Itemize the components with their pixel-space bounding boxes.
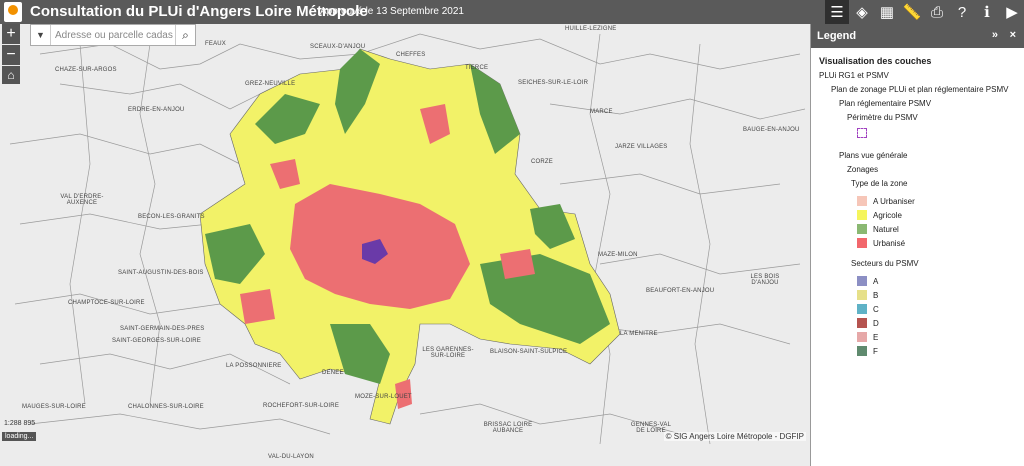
legend-layer: Périmètre du PSMV: [847, 113, 918, 122]
place-label: BEAUFORT-EN-ANJOU: [646, 288, 715, 294]
map-view[interactable]: + − ⌂ ▼ ⌕ HUILLE-LEZIGNE CHAZE-SUR-ARGOS…: [0, 24, 810, 466]
place-label: CORZE: [531, 159, 553, 165]
legend-subgroup: Plan réglementaire PSMV: [839, 99, 932, 108]
legend-layer: Zonages: [847, 165, 879, 174]
legend-swatch: [857, 304, 867, 314]
home-button[interactable]: ⌂: [2, 66, 20, 84]
legend-swatch: [857, 238, 867, 248]
toolbar: ☰ ◈ ▦ 📏 ⎙ ? ℹ ▶: [824, 0, 1024, 24]
place-label: MAZE-MILON: [598, 252, 638, 258]
legend-item-label: Urbanisé: [873, 239, 906, 248]
help-tool-icon[interactable]: ?: [950, 0, 974, 24]
legend-title: Legend: [817, 30, 857, 42]
place-label: JARZE VILLAGES: [615, 144, 668, 150]
place-label: CHAMPTOCE-SUR-LOIRE: [68, 300, 145, 306]
place-label: TIERCE: [465, 65, 489, 71]
legend-swatch: [857, 346, 867, 356]
play-tool-icon[interactable]: ▶: [1000, 0, 1024, 24]
place-label: DENEE: [322, 370, 344, 376]
place-label: MAUGES-SUR-LOIRE: [22, 404, 86, 410]
place-label: SEICHES-SUR-LE-LOIR: [518, 80, 589, 86]
legend-field: Secteurs du PSMV: [851, 259, 919, 268]
legend-item-label: D: [873, 319, 879, 328]
place-label: CHEFFES: [396, 52, 426, 58]
legend-header: Legend » ×: [811, 24, 1024, 48]
legend-item-label: Naturel: [873, 225, 899, 234]
collapse-icon[interactable]: »: [992, 29, 998, 41]
legend-item-label: Agricole: [873, 211, 902, 220]
map-attribution: © SIG Angers Loire Métropole - DGFIP: [663, 432, 806, 441]
legend-swatch: [857, 332, 867, 342]
zoom-out-button[interactable]: −: [2, 45, 20, 65]
legend-subgroup: Plan de zonage PLUi et plan réglementair…: [831, 85, 1009, 94]
place-label: CHALONNES-SUR-LOIRE: [128, 404, 204, 410]
place-label: BLAISON-SAINT-SULPICE: [490, 349, 568, 355]
legend-item-label: A: [873, 277, 879, 286]
legend-panel: Legend » × Visualisation des couches PLU…: [810, 24, 1024, 466]
legend-swatch: [857, 196, 867, 206]
place-label: SCEAUX-D'ANJOU: [310, 44, 366, 50]
place-label: MOZE-SUR-LOUET: [355, 394, 412, 400]
legend-item-label: C: [873, 305, 879, 314]
search-source-dropdown[interactable]: ▼: [31, 25, 51, 45]
basemap-tool-icon[interactable]: ▦: [875, 0, 899, 24]
legend-swatch: [857, 210, 867, 220]
loading-indicator: loading...: [2, 432, 37, 441]
perimetre-swatch: [857, 128, 867, 138]
legend-swatch: [857, 276, 867, 286]
place-label: SAINT-GEORGES-SUR-LOIRE: [112, 338, 201, 344]
measure-tool-icon[interactable]: 📏: [900, 0, 924, 24]
place-label: FEAUX: [205, 41, 227, 47]
search-icon[interactable]: ⌕: [175, 25, 195, 45]
legend-swatch: [857, 290, 867, 300]
place-label: SAINT-AUGUSTIN-DES-BOIS: [118, 270, 204, 276]
place-label: HUILLE-LEZIGNE: [565, 26, 617, 32]
place-label: LES BOIS D'ANJOU: [750, 274, 780, 286]
legend-item-label: A Urbaniser: [873, 197, 915, 206]
zoom-in-button[interactable]: +: [2, 24, 20, 44]
place-label: VAL D'ERDRE-AUXENCE: [60, 194, 104, 206]
search-input[interactable]: [55, 27, 173, 43]
legend-tool-icon[interactable]: ☰: [825, 0, 849, 24]
search-box: ▼ ⌕: [30, 24, 196, 46]
legend-item-label: B: [873, 291, 879, 300]
legend-heading: Visualisation des couches: [819, 56, 932, 66]
place-label: LES GARENNES-SUR-LOIRE: [422, 347, 474, 359]
app-logo: [4, 2, 22, 22]
layers-tool-icon[interactable]: ◈: [850, 0, 874, 24]
app-header: Consultation du PLUi d'Angers Loire Métr…: [0, 0, 1024, 24]
legend-group: PLUi RG1 et PSMV: [819, 71, 889, 80]
place-label: BRISSAC LOIRE AUBANCE: [483, 422, 533, 434]
place-label: VAL-DU-LAYON: [268, 454, 314, 460]
legend-group: Plans vue générale: [839, 151, 908, 160]
place-label: CHAZE-SUR-ARGOS: [55, 67, 117, 73]
zone-urbanise-sw: [240, 289, 275, 324]
zone-urbanise-e1: [500, 249, 535, 279]
place-label: ERDRE-EN-ANJOU: [128, 107, 185, 113]
place-label: MARCE: [590, 109, 613, 115]
legend-swatch: [857, 318, 867, 328]
place-label: LA MENITRE: [620, 331, 658, 337]
place-label: SAINT-GERMAIN-DES-PRES: [120, 326, 205, 332]
place-label: BAUGE-EN-ANJOU: [743, 127, 800, 133]
app-subtitle: Approuvé le 13 Septembre 2021: [320, 6, 464, 17]
close-icon[interactable]: ×: [1010, 29, 1016, 41]
zoom-controls: + −: [2, 24, 20, 66]
place-label: GREZ-NEUVILLE: [245, 81, 296, 87]
app-title: Consultation du PLUi d'Angers Loire Métr…: [30, 3, 368, 20]
legend-swatch: [857, 224, 867, 234]
place-label: ROCHEFORT-SUR-LOIRE: [263, 403, 340, 409]
print-tool-icon[interactable]: ⎙: [925, 0, 949, 24]
scale-readout: 1:288 895: [4, 420, 36, 427]
legend-item-label: E: [873, 333, 879, 342]
place-label: LA POSSONNIERE: [226, 363, 282, 369]
place-label: BECON-LES-GRANITS: [138, 214, 205, 220]
legend-field: Type de la zone: [851, 179, 908, 188]
legend-item-label: F: [873, 347, 878, 356]
info-tool-icon[interactable]: ℹ: [975, 0, 999, 24]
